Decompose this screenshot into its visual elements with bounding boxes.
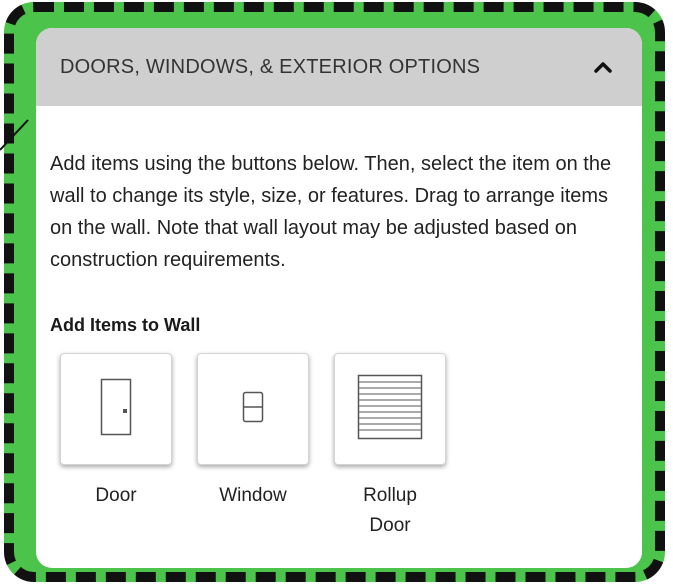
add-window-item: Window	[196, 353, 310, 511]
rollup-door-label: Rollup Door	[363, 485, 417, 536]
chevron-up-icon[interactable]	[590, 54, 616, 80]
door-icon	[100, 378, 132, 441]
door-label: Door	[95, 485, 137, 506]
add-door-item: Door	[59, 353, 173, 511]
add-door-button[interactable]	[60, 353, 172, 465]
add-items-label: Add Items to Wall	[50, 315, 201, 335]
add-rollup-door-button[interactable]	[334, 353, 446, 465]
add-window-button[interactable]	[197, 353, 309, 465]
options-panel: DOORS, WINDOWS, & EXTERIOR OPTIONS Add i…	[36, 28, 642, 568]
window-label: Window	[219, 485, 287, 506]
window-icon	[242, 391, 264, 428]
panel-description: Add items using the buttons below. Then,…	[50, 153, 612, 271]
add-rollup-door-item: Rollup Door	[333, 353, 447, 541]
panel-title: DOORS, WINDOWS, & EXTERIOR OPTIONS	[60, 55, 481, 78]
panel-header[interactable]: DOORS, WINDOWS, & EXTERIOR OPTIONS	[36, 28, 642, 106]
rollup-door-icon	[357, 374, 423, 445]
